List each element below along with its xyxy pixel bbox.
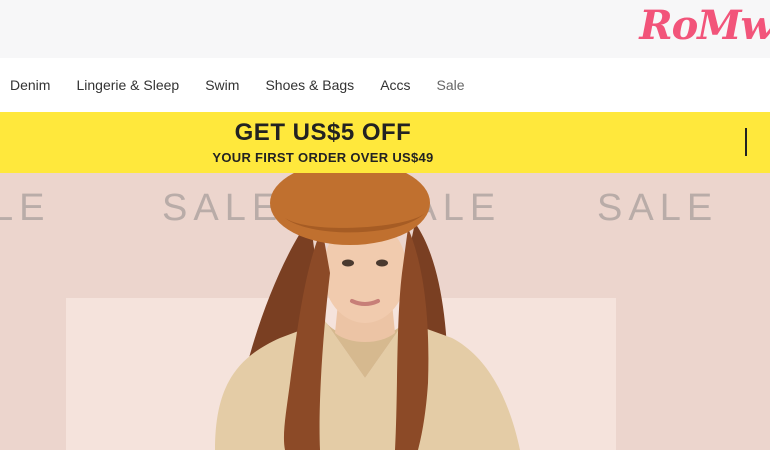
promo-headline: GET US$5 OFF (234, 119, 412, 146)
top-header: RoMw (0, 0, 770, 58)
promo-divider (745, 128, 747, 156)
nav-item-shoes-bags[interactable]: Shoes & Bags (265, 77, 354, 93)
promo-subline: YOUR FIRST ORDER OVER US$49 (212, 150, 434, 165)
nav-item-denim[interactable]: Denim (10, 77, 50, 93)
promo-banner[interactable]: GET US$5 OFF YOUR FIRST ORDER OVER US$49 (0, 112, 770, 173)
nav-item-swim[interactable]: Swim (205, 77, 239, 93)
hero-banner[interactable]: LE SALE SALE SALE (0, 173, 770, 450)
model-photo (215, 173, 520, 450)
brand-logo[interactable]: RoMw (639, 2, 770, 49)
nav-item-lingerie-sleep[interactable]: Lingerie & Sleep (76, 77, 179, 93)
sale-watermark: LE (0, 187, 51, 229)
nav-item-accs[interactable]: Accs (380, 77, 410, 93)
category-nav: Denim Lingerie & Sleep Swim Shoes & Bags… (0, 58, 770, 112)
nav-item-sale[interactable]: Sale (437, 77, 465, 93)
sale-watermark: SALE (597, 187, 719, 229)
